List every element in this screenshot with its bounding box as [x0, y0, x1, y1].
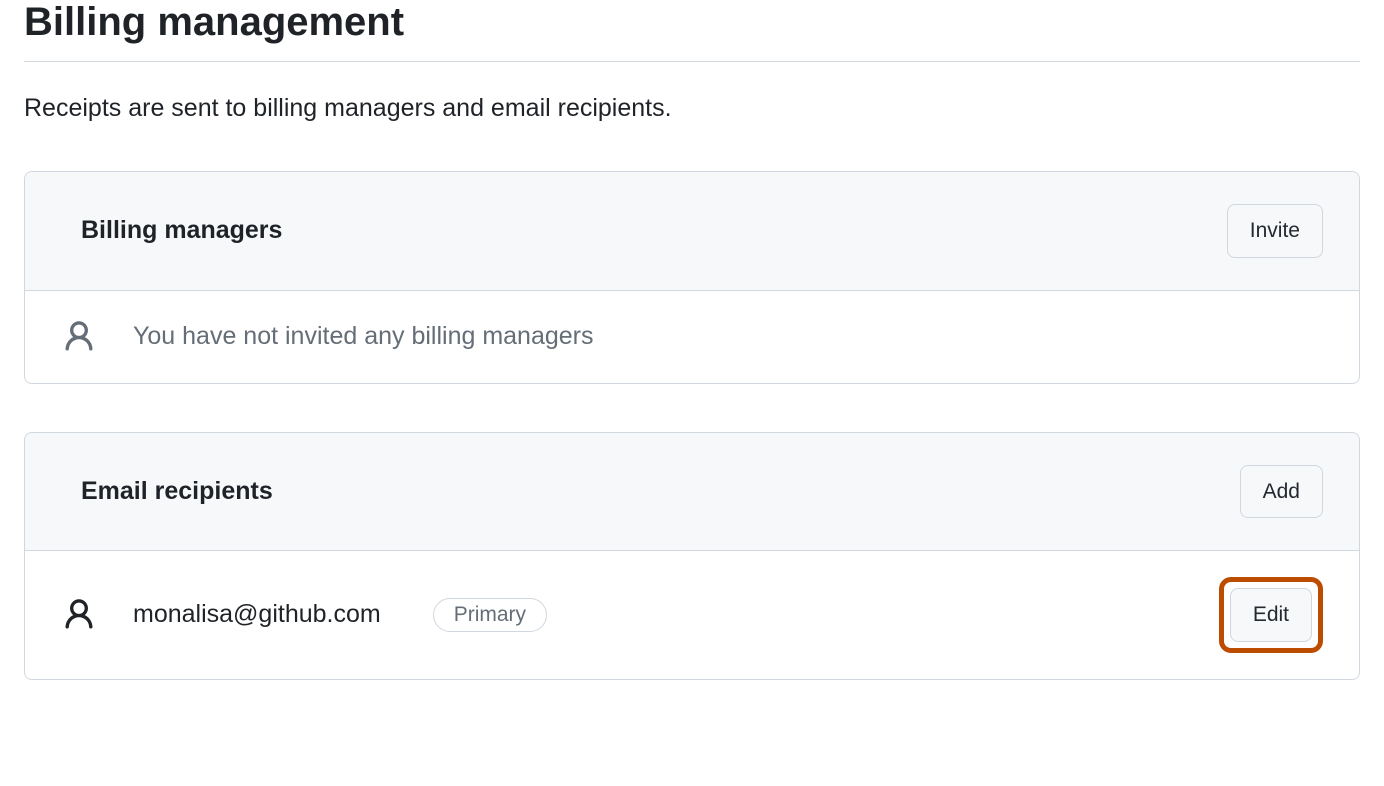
email-recipient-address: monalisa@github.com — [133, 600, 381, 629]
email-recipient-row: monalisa@github.com Primary Edit — [25, 551, 1359, 679]
billing-managers-section: Billing managers Invite You have not inv… — [24, 171, 1360, 384]
person-icon — [61, 595, 97, 635]
billing-managers-empty-row: You have not invited any billing manager… — [25, 291, 1359, 383]
email-recipients-header: Email recipients Add — [25, 433, 1359, 552]
invite-button[interactable]: Invite — [1227, 204, 1323, 258]
add-button[interactable]: Add — [1240, 465, 1323, 519]
billing-managers-header: Billing managers Invite — [25, 172, 1359, 291]
billing-managers-title: Billing managers — [81, 216, 282, 245]
edit-button[interactable]: Edit — [1230, 588, 1312, 642]
email-recipients-section: Email recipients Add monalisa@github.com… — [24, 432, 1360, 680]
edit-highlight: Edit — [1219, 577, 1323, 653]
page-title: Billing management — [24, 0, 1360, 62]
person-icon — [61, 317, 97, 357]
billing-managers-empty-text: You have not invited any billing manager… — [133, 322, 594, 351]
page-description: Receipts are sent to billing managers an… — [24, 94, 1360, 123]
primary-badge: Primary — [433, 598, 547, 632]
email-recipients-title: Email recipients — [81, 477, 273, 506]
